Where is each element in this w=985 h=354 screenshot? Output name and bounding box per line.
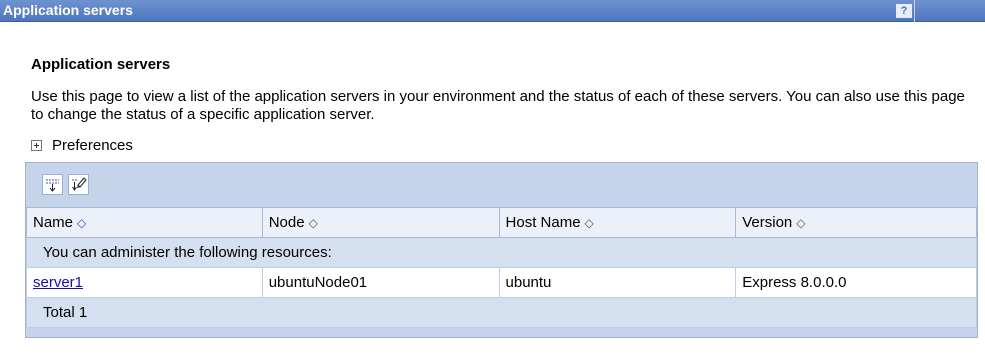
server-link[interactable]: server1 [33,274,83,291]
resources-notice: You can administer the following resourc… [26,237,977,268]
expand-icon[interactable] [31,140,42,151]
node-cell: ubuntuNode01 [261,267,500,298]
column-header-name[interactable]: Name ◇ [26,207,263,238]
resources-notice-row: You can administer the following resourc… [26,237,977,268]
preferences-label: Preferences [52,137,133,154]
preferences-toggle[interactable]: Preferences [31,137,133,154]
deselect-all-button[interactable] [68,174,89,195]
sort-icon[interactable]: ◇ [585,216,594,230]
sort-icon[interactable]: ◇ [796,216,805,230]
help-button[interactable]: ? [896,4,912,18]
total-row: Total 1 [26,297,977,328]
version-cell: Express 8.0.0.0 [735,267,977,298]
column-header-host-name[interactable]: Host Name ◇ [498,207,737,238]
server-name-cell: server1 [26,267,263,298]
sort-icon[interactable]: ◇ [77,216,86,230]
window-titlebar: Application servers ? [0,0,985,22]
select-all-button[interactable] [42,174,63,195]
sort-icon[interactable]: ◇ [309,216,318,230]
page-title: Application servers [31,56,171,73]
table-row: server1 ubuntuNode01 ubuntu Express 8.0.… [26,267,977,298]
column-header-version[interactable]: Version ◇ [735,207,977,238]
host-name-cell: ubuntu [498,267,737,298]
column-header-node[interactable]: Node ◇ [261,207,500,238]
servers-table: Name ◇ Node ◇ Host Name ◇ Version ◇ You can … [26,207,977,328]
select-all-icon [46,179,59,192]
window-title: Application servers [3,2,133,18]
page-description: Use this page to view a list of the appl… [31,88,965,123]
table-header-row: Name ◇ Node ◇ Host Name ◇ Version ◇ [26,207,977,238]
total-count: Total 1 [26,297,977,328]
deselect-all-icon [72,177,87,191]
servers-collection-panel: Name ◇ Node ◇ Host Name ◇ Version ◇ You can … [25,162,978,338]
titlebar-divider [914,0,915,22]
